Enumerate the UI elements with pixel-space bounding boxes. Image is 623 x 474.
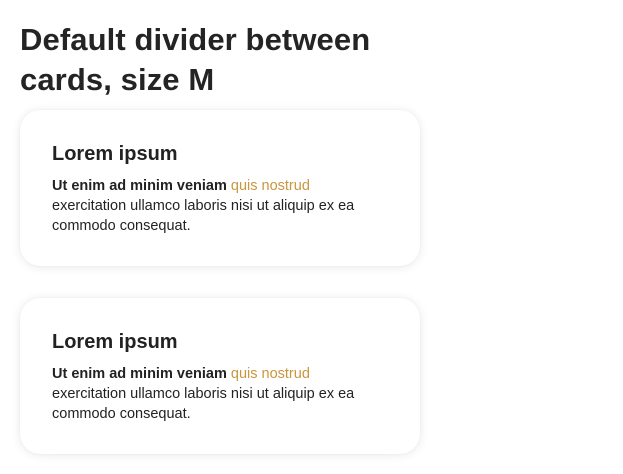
page: Default divider between cards, size M Lo… — [0, 0, 623, 474]
card-body-text: exercitation ullamco laboris nisi ut ali… — [52, 198, 355, 234]
card-text: Ut enim ad minim veniam quis nostrud exe… — [52, 176, 388, 236]
card-title: Lorem ipsum — [52, 143, 178, 165]
card-link[interactable]: quis nostrud — [231, 178, 310, 194]
card-bold-text: Ut enim ad minim veniam — [52, 178, 227, 194]
card-bold-text: Ut enim ad minim veniam — [52, 366, 227, 382]
card-text: Ut enim ad minim veniam quis nostrud exe… — [52, 364, 388, 424]
card: Lorem ipsum Ut enim ad minim veniam quis… — [20, 110, 420, 266]
page-title: Default divider between cards, size M — [20, 22, 371, 97]
card-link[interactable]: quis nostrud — [231, 366, 310, 382]
card-title: Lorem ipsum — [52, 331, 178, 353]
card: Lorem ipsum Ut enim ad minim veniam quis… — [20, 298, 420, 454]
card-body-text: exercitation ullamco laboris nisi ut ali… — [52, 386, 355, 422]
